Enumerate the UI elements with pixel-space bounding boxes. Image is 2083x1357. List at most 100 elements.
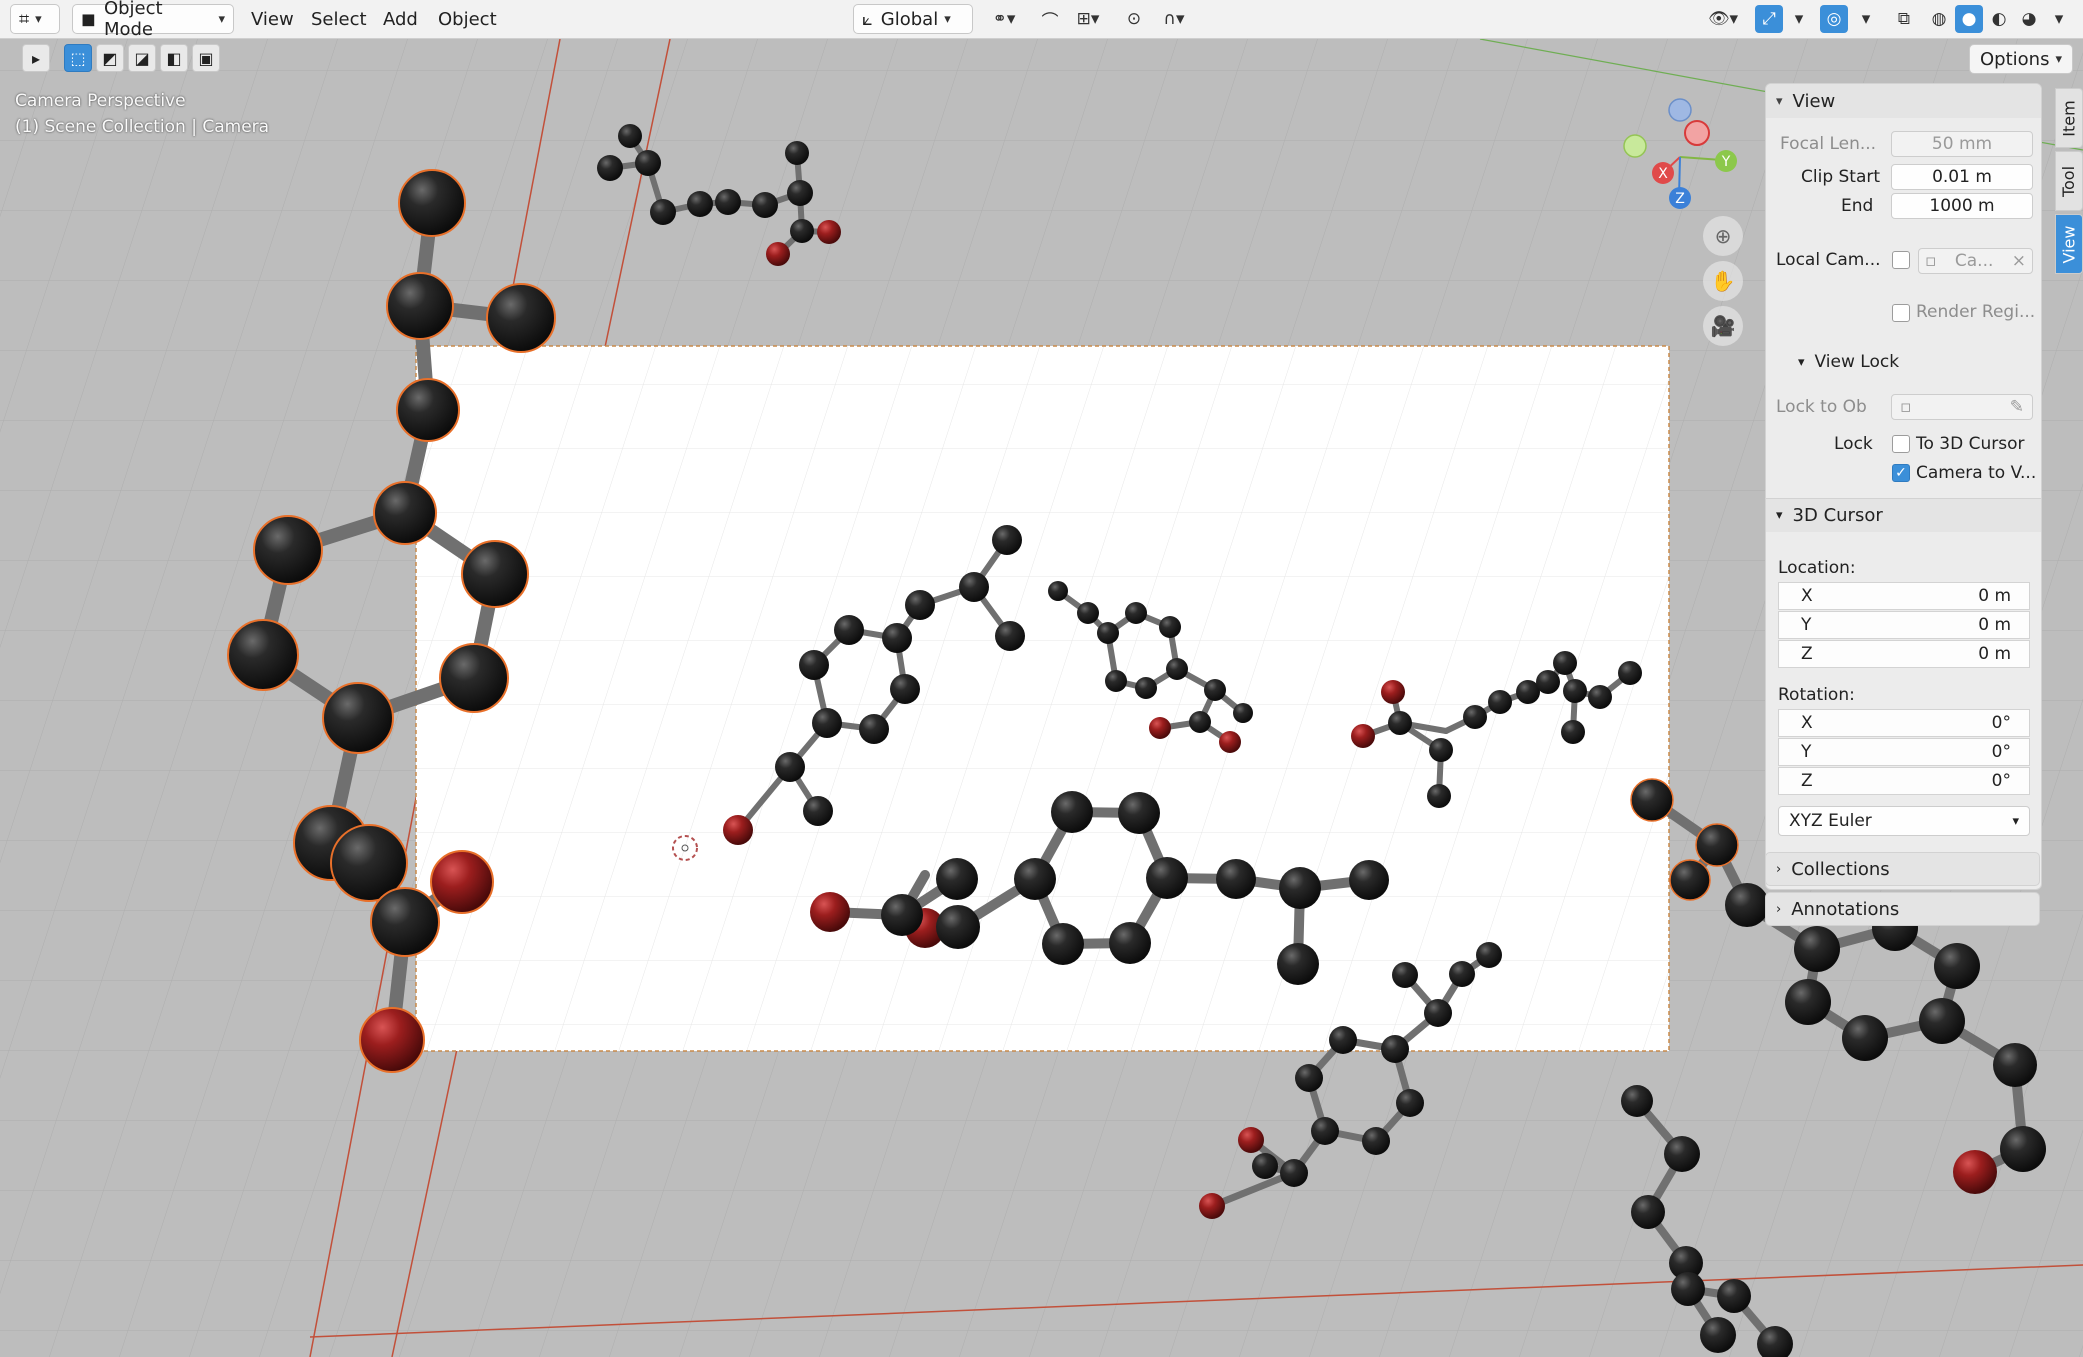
close-icon[interactable]: × xyxy=(2012,251,2026,271)
menu-add[interactable]: Add xyxy=(373,4,428,34)
focal-length-label: Focal Len... xyxy=(1780,134,1877,154)
object-mode-icon: ◼ xyxy=(81,8,96,30)
mode-dropdown[interactable]: ◼ Object Mode ▾ xyxy=(72,0,234,40)
falloff-icon[interactable]: ∩▾ xyxy=(1152,5,1196,33)
chevron-down-icon[interactable]: ▾ xyxy=(1785,5,1813,33)
mode-label: Object Mode xyxy=(103,0,163,40)
annotations-section-header[interactable]: › Annotations xyxy=(1765,892,2040,926)
collection-label: (1) Scene Collection | Camera xyxy=(15,117,270,137)
menu-view[interactable]: View xyxy=(241,4,304,34)
orientation-icon: ⟀ xyxy=(862,8,873,30)
sidebar-panel: ▾ View Focal Len... 50 mm Clip Start 0.0… xyxy=(1765,83,2042,890)
zoom-icon[interactable]: ⊕ xyxy=(1703,216,1743,256)
editor-type-dropdown[interactable]: ⌗ ▾ xyxy=(10,4,60,34)
transform-orientation-dropdown[interactable]: ⟀ Global ▾ xyxy=(853,4,973,34)
rotation-x-field[interactable]: X 0° xyxy=(1778,709,2030,737)
overlays-toggle-icon[interactable]: ◎ xyxy=(1820,5,1848,33)
clip-end-field[interactable]: 1000 m xyxy=(1891,193,2033,219)
lock-to-object-field[interactable]: ▫ ✎ xyxy=(1891,394,2033,420)
rotation-x-value: 0° xyxy=(1991,713,2011,733)
gizmo-toggle-icon[interactable]: ⤢ xyxy=(1755,5,1783,33)
solid-shading-icon[interactable]: ● xyxy=(1955,5,1983,33)
camera-view-icon[interactable]: 🎥 xyxy=(1703,306,1743,346)
location-z-field[interactable]: Z 0 m xyxy=(1778,640,2030,668)
rotation-z-axis: Z xyxy=(1801,771,1813,791)
render-region-checkbox[interactable] xyxy=(1892,304,1910,322)
location-z-value: 0 m xyxy=(1978,644,2011,664)
chevron-down-icon[interactable]: ▾ xyxy=(2045,5,2073,33)
orientation-label: Global xyxy=(880,8,939,30)
chevron-down-icon: ▾ xyxy=(35,11,42,27)
rotation-y-axis: Y xyxy=(1801,742,1812,762)
rotation-z-value: 0° xyxy=(1991,771,2011,791)
local-camera-checkbox[interactable] xyxy=(1892,251,1910,269)
view-section-header[interactable]: ▾ View xyxy=(1766,84,2041,118)
select-subtract-icon[interactable]: ◪ xyxy=(128,44,156,72)
local-camera-field[interactable]: ▫ Ca... × xyxy=(1918,248,2033,274)
location-y-field[interactable]: Y 0 m xyxy=(1778,611,2030,639)
menu-select[interactable]: Select xyxy=(301,4,377,34)
tab-tool[interactable]: Tool xyxy=(2055,151,2083,211)
options-label: Options xyxy=(1980,48,2050,70)
location-x-axis: X xyxy=(1801,586,1813,606)
3d-cursor-title: 3D Cursor xyxy=(1792,505,1883,526)
lock-to-3d-cursor-checkbox[interactable] xyxy=(1892,435,1910,453)
camera-to-view-label: Camera to V... xyxy=(1916,463,2037,483)
rotation-mode-dropdown[interactable]: XYZ Euler ▾ xyxy=(1778,806,2030,836)
rendered-shading-icon[interactable]: ◕ xyxy=(2015,5,2043,33)
local-camera-label: Local Cam... xyxy=(1776,250,1881,270)
view-section-title: View xyxy=(1792,90,1836,112)
render-region-label: Render Regi... xyxy=(1916,302,2036,322)
clip-start-label: Clip Start xyxy=(1801,167,1881,187)
select-extend-icon[interactable]: ◩ xyxy=(96,44,124,72)
rotation-y-value: 0° xyxy=(1991,742,2011,762)
chevron-down-icon: ▾ xyxy=(1776,93,1783,109)
menu-object[interactable]: Object xyxy=(428,4,507,34)
clip-end-label: End xyxy=(1841,196,1874,216)
eyedropper-icon[interactable]: ✎ xyxy=(2010,397,2024,417)
chevron-down-icon: ▾ xyxy=(1798,354,1805,370)
snap-target-icon[interactable]: ⊞▾ xyxy=(1066,5,1110,33)
tab-item[interactable]: Item xyxy=(2055,88,2083,148)
location-label: Location: xyxy=(1778,558,1856,578)
snap-toggle-icon[interactable]: ⌒ xyxy=(1036,5,1064,33)
material-shading-icon[interactable]: ◐ xyxy=(1985,5,2013,33)
3d-cursor-section-header[interactable]: ▾ 3D Cursor xyxy=(1766,498,2041,532)
gizmo-x-label: X xyxy=(1658,166,1668,182)
select-intersect-icon[interactable]: ▣ xyxy=(192,44,220,72)
pivot-point-icon[interactable]: ⚭▾ xyxy=(982,5,1026,33)
editor-type-icon: ⌗ xyxy=(19,8,30,30)
header-bar: ⌗ ▾ ◼ Object Mode ▾ View Select Add Objec… xyxy=(0,0,2083,40)
chevron-right-icon: › xyxy=(1776,861,1782,877)
collections-title: Collections xyxy=(1791,858,1890,880)
perspective-label: Camera Perspective xyxy=(15,91,186,111)
camera-to-view-checkbox[interactable]: ✓ xyxy=(1892,464,1910,482)
select-cursor-icon[interactable]: ▸ xyxy=(22,44,50,72)
visibility-icon[interactable]: 👁▾ xyxy=(1700,5,1746,33)
select-invert-icon[interactable]: ◧ xyxy=(160,44,188,72)
focal-length-field: 50 mm xyxy=(1891,131,2033,157)
chevron-down-icon: ▾ xyxy=(944,11,951,27)
wireframe-shading-icon[interactable]: ◍ xyxy=(1925,5,1953,33)
location-y-axis: Y xyxy=(1801,615,1812,635)
chevron-down-icon: ▾ xyxy=(2012,813,2019,829)
options-dropdown[interactable]: Options ▾ xyxy=(1969,44,2073,74)
rotation-z-field[interactable]: Z 0° xyxy=(1778,767,2030,795)
rotation-mode-value: XYZ Euler xyxy=(1789,811,1872,831)
collections-section-header[interactable]: › Collections xyxy=(1765,852,2040,886)
xray-toggle-icon[interactable]: ⧉ xyxy=(1890,5,1918,33)
view-lock-header[interactable]: ▾ View Lock xyxy=(1798,352,1899,372)
chevron-down-icon: ▾ xyxy=(2055,51,2062,67)
tab-view[interactable]: View xyxy=(2055,214,2083,274)
location-x-value: 0 m xyxy=(1978,586,2011,606)
rotation-y-field[interactable]: Y 0° xyxy=(1778,738,2030,766)
select-new-icon[interactable]: ⬚ xyxy=(64,44,92,72)
location-x-field[interactable]: X 0 m xyxy=(1778,582,2030,610)
chevron-down-icon: ▾ xyxy=(1776,508,1783,523)
chevron-right-icon: › xyxy=(1776,901,1782,917)
local-camera-value: Ca... xyxy=(1954,251,1994,271)
chevron-down-icon[interactable]: ▾ xyxy=(1852,5,1880,33)
proportional-edit-icon[interactable]: ⊙ xyxy=(1120,5,1148,33)
clip-start-field[interactable]: 0.01 m xyxy=(1891,164,2033,190)
pan-hand-icon[interactable]: ✋ xyxy=(1703,261,1743,301)
